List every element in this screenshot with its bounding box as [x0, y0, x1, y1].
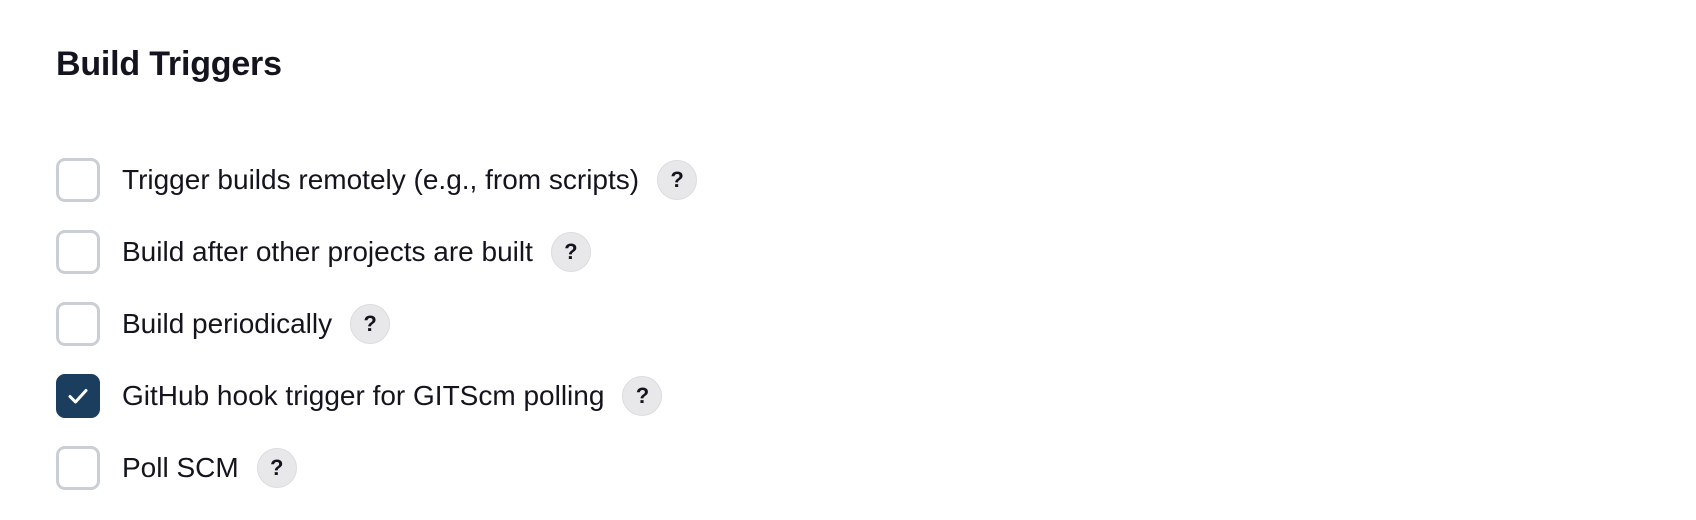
trigger-poll-scm-help-button[interactable]: ?	[256, 448, 297, 488]
trigger-row-periodically: Build periodically ?	[56, 288, 1696, 360]
trigger-row-after-other-projects: Build after other projects are built ?	[56, 216, 1696, 288]
trigger-github-hook-checkbox[interactable]	[56, 374, 100, 418]
trigger-row-github-hook: GitHub hook trigger for GITScm polling ?	[56, 360, 1696, 432]
trigger-remote-checkbox[interactable]	[56, 158, 100, 202]
trigger-github-hook-help-button[interactable]: ?	[622, 376, 663, 416]
trigger-after-other-projects-label[interactable]: Build after other projects are built	[122, 232, 533, 272]
trigger-row-remote: Trigger builds remotely (e.g., from scri…	[56, 144, 1696, 216]
trigger-periodically-help-button[interactable]: ?	[350, 304, 391, 344]
build-triggers-section: Build Triggers Trigger builds remotely (…	[0, 0, 1696, 504]
check-icon	[68, 389, 88, 404]
trigger-poll-scm-label[interactable]: Poll SCM	[122, 448, 239, 488]
trigger-periodically-checkbox[interactable]	[56, 302, 100, 346]
trigger-list: Trigger builds remotely (e.g., from scri…	[56, 144, 1696, 504]
section-title: Build Triggers	[56, 45, 282, 83]
trigger-periodically-label[interactable]: Build periodically	[122, 304, 332, 344]
trigger-after-other-projects-checkbox[interactable]	[56, 230, 100, 274]
trigger-remote-label[interactable]: Trigger builds remotely (e.g., from scri…	[122, 160, 639, 200]
trigger-poll-scm-checkbox[interactable]	[56, 446, 100, 490]
trigger-row-poll-scm: Poll SCM ?	[56, 432, 1696, 504]
trigger-github-hook-label[interactable]: GitHub hook trigger for GITScm polling	[122, 376, 604, 416]
trigger-after-other-projects-help-button[interactable]: ?	[550, 232, 591, 272]
trigger-remote-help-button[interactable]: ?	[657, 160, 698, 200]
